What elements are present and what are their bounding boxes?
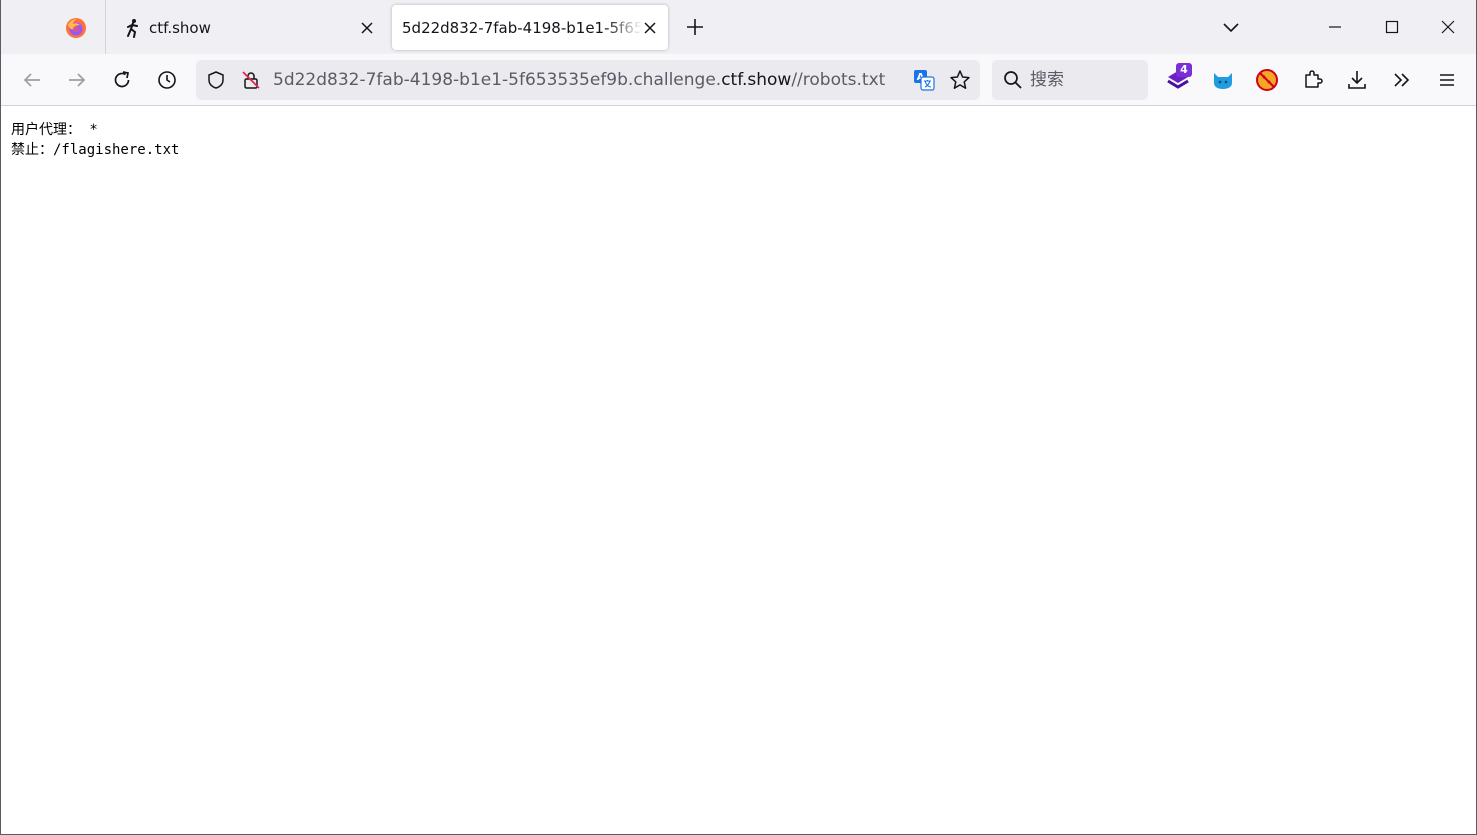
extension-badge-count: 4 [1176,63,1192,77]
navigation-toolbar: 5d22d832-7fab-4198-b1e1-5f653535ef9b.cha… [1,54,1476,106]
downloads-arrow-icon[interactable] [1344,67,1370,93]
search-icon [1004,71,1022,89]
search-box[interactable]: 搜索 [992,60,1148,100]
tracking-protection-shield-icon[interactable] [206,70,226,90]
tab-title: ctf.show [149,18,211,37]
address-bar[interactable]: 5d22d832-7fab-4198-b1e1-5f653535ef9b.cha… [196,60,980,100]
extensions-puzzle-icon[interactable] [1300,67,1326,93]
robots-disallow-line: 禁止：/flagishere.txt [11,142,180,158]
app-menu-hamburger-icon[interactable] [1434,67,1460,93]
bookmark-star-icon[interactable] [949,69,971,91]
overflow-chevrons-icon[interactable] [1389,67,1415,93]
ctfshow-runner-icon [127,18,138,38]
reload-icon[interactable] [111,69,133,91]
back-arrow-icon[interactable] [21,69,43,91]
translate-page-icon[interactable]: A [913,69,935,91]
blue-cat-extension-icon[interactable] [1210,67,1236,93]
cookie-blocked-extension-icon[interactable] [1254,67,1280,93]
minimize-window-icon[interactable] [1322,14,1348,40]
close-tab-icon[interactable] [642,20,658,36]
url-text[interactable]: 5d22d832-7fab-4198-b1e1-5f653535ef9b.cha… [273,69,885,91]
robots-txt-body: 用户代理： * 禁止：/flagishere.txt [11,120,179,160]
tab-title: 5d22d832-7fab-4198-b1e1-5f653535ef9b.cha… [402,18,642,37]
forward-arrow-icon[interactable] [66,69,88,91]
tab-ctfshow[interactable]: ctf.show [113,5,385,50]
insecure-lock-icon[interactable] [241,70,261,90]
tab-strip: ctf.show 5d22d832-7fab-4198-b1e1-5f65353… [1,0,1476,54]
url-path: //robots.txt [791,70,886,90]
history-clock-icon[interactable] [156,69,178,91]
url-host-prefix: 5d22d832-7fab-4198-b1e1-5f653535ef9b.cha… [273,70,722,90]
firefox-logo-icon[interactable] [65,17,87,39]
browser-window: ctf.show 5d22d832-7fab-4198-b1e1-5f65353… [0,0,1477,835]
maximize-window-icon[interactable] [1379,14,1405,40]
close-window-icon[interactable] [1435,14,1461,40]
new-tab-plus-icon[interactable] [685,17,705,37]
robots-user-agent-line: 用户代理： * [11,122,98,138]
list-all-tabs-chevron-icon[interactable] [1218,14,1244,40]
tab-robots-txt[interactable]: 5d22d832-7fab-4198-b1e1-5f653535ef9b.cha… [392,5,668,50]
close-tab-icon[interactable] [359,20,375,36]
page-content: 用户代理： * 禁止：/flagishere.txt [1,106,1476,834]
url-host-domain: ctf.show [721,70,792,90]
search-placeholder: 搜索 [1030,70,1064,90]
tab-separator [105,0,106,54]
